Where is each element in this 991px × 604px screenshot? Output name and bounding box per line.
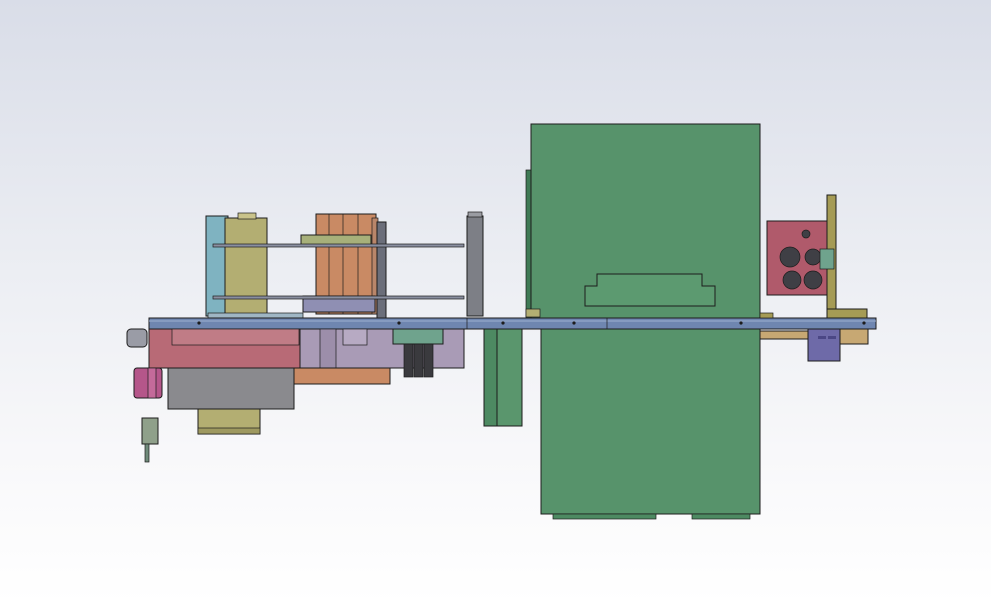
sensor-bracket-plate <box>392 328 444 345</box>
rose-block-inset <box>171 328 300 346</box>
valve-assembly <box>759 194 869 362</box>
vertical-plate-front <box>483 326 499 427</box>
cabinet-top-clamp <box>525 308 541 318</box>
rail-bolt-6 <box>862 321 866 325</box>
vertical-plate-back <box>496 326 523 427</box>
valve-port-1 <box>779 246 801 268</box>
gray-rod-cap <box>467 211 483 218</box>
valve-port-top <box>801 229 811 239</box>
main-rail <box>148 317 877 330</box>
motor-cylinder-ring <box>197 427 261 435</box>
small-fitting <box>141 417 159 445</box>
guide-rod-lower <box>212 295 465 300</box>
olive-roller-cap <box>237 212 257 220</box>
magenta-part-ring <box>147 367 157 399</box>
valve-port-2 <box>804 248 822 266</box>
gray-motor-block <box>167 367 295 410</box>
purple-block <box>807 328 841 362</box>
rail-bolt-2 <box>397 321 401 325</box>
cabinet-foot-right <box>691 513 751 520</box>
end-knob <box>126 328 148 348</box>
sensor-3 <box>423 343 434 378</box>
green-vertical-plate <box>483 326 523 427</box>
guide-rod-upper <box>212 243 465 248</box>
small-fitting-stem <box>144 443 150 463</box>
brass-pipe <box>759 330 809 340</box>
rail-bolt-4 <box>572 321 576 325</box>
drum-post <box>376 221 387 319</box>
roller-assembly <box>205 211 484 320</box>
bracket-clip <box>819 248 835 270</box>
lavender-notch <box>342 328 368 346</box>
purple-block-slot-1 <box>818 336 826 339</box>
rail-bolt-1 <box>197 321 201 325</box>
rail-body <box>148 317 877 330</box>
rail-end-tab <box>759 312 774 319</box>
end-fitting <box>839 328 869 345</box>
olive-bracket-foot <box>826 308 868 319</box>
cad-model-drawing <box>126 123 877 520</box>
cabinet-handle-recess <box>584 273 716 307</box>
rail-bolt-5 <box>739 321 743 325</box>
sensor-2 <box>413 343 424 378</box>
left-drive-unit <box>126 328 465 463</box>
drum-flange <box>300 234 372 246</box>
cabinet-foot-left <box>552 513 657 520</box>
olive-roller <box>224 217 268 317</box>
copper-base-block <box>293 367 391 385</box>
rail-bolt-3 <box>501 321 505 325</box>
lavender-shoulder <box>319 328 337 369</box>
sensor-1 <box>403 343 414 378</box>
valve-port-3 <box>782 270 802 290</box>
cabinet-lower-body <box>540 327 761 515</box>
gray-rod <box>466 215 484 317</box>
cad-viewport[interactable] <box>0 0 991 604</box>
valve-port-4 <box>803 270 823 290</box>
purple-block-slot-2 <box>828 336 836 339</box>
